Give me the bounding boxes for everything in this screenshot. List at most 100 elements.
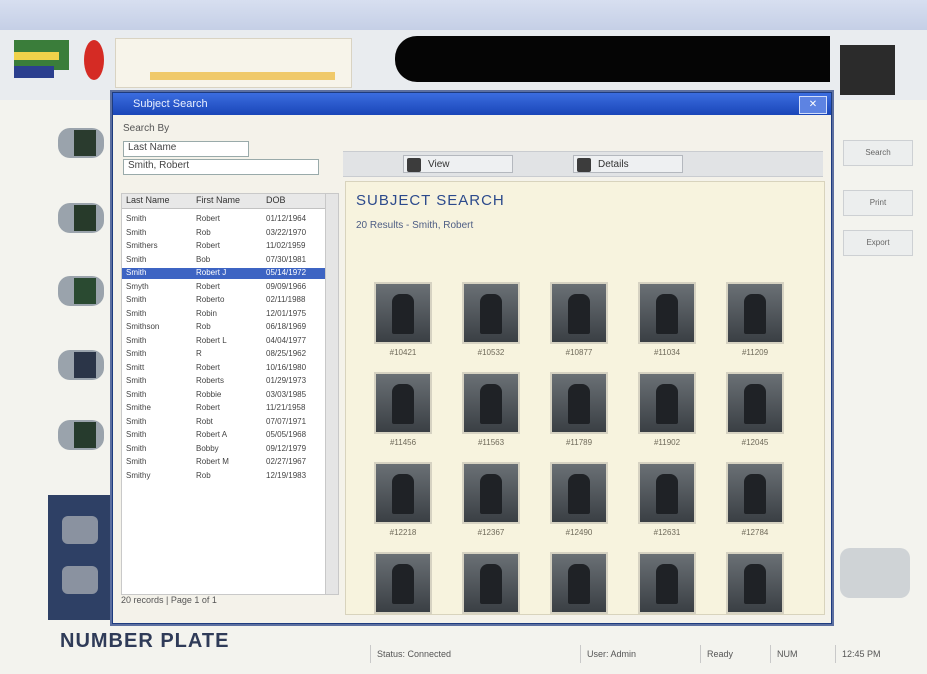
search-input[interactable]: Smith, Robert [123,159,319,175]
print-button[interactable]: Print [843,190,913,216]
table-cell: Smith [126,268,147,277]
thumbnail-label: #12218 [389,528,417,537]
photo-thumbnail[interactable] [638,372,696,434]
column-header[interactable]: Last Name [126,195,170,205]
view-button[interactable]: View [403,155,513,173]
person-photo-icon [392,474,414,514]
column-header[interactable]: First Name [196,195,240,205]
view-label: View [428,159,450,170]
table-row[interactable]: Smith Bobby 09/12/1979 [122,444,332,455]
status-cell: 12:45 PM [835,645,915,663]
export-button[interactable]: Export [843,230,913,256]
thumbnail-label: #11902 [653,438,681,447]
photo-thumbnail[interactable] [550,372,608,434]
photo-thumbnail[interactable] [462,372,520,434]
search-by-select[interactable]: Last Name [123,141,249,157]
table-row[interactable]: Smith R 08/25/1962 [122,349,332,360]
view-icon [407,158,421,172]
table-row[interactable]: Smithe Robert 11/21/1958 [122,403,332,414]
camera-icon[interactable] [48,402,110,464]
close-icon[interactable]: ✕ [799,96,827,114]
table-cell: Smithy [126,470,151,480]
photo-thumbnail[interactable] [638,552,696,614]
photo-thumbnail[interactable] [726,462,784,524]
photo-gallery: SUBJECT SEARCH 20 Results - Smith, Rober… [345,181,825,615]
photo-thumbnail[interactable] [374,552,432,614]
gallery-subtitle: 20 Results - Smith, Robert [356,220,474,231]
details-label: Details [598,159,629,170]
photo-thumbnail[interactable] [550,552,608,614]
search-strip[interactable] [115,38,352,88]
photo-thumbnail[interactable] [726,282,784,344]
table-cell: Smith [126,430,147,439]
thumbnail-label: #11034 [653,348,681,357]
qr-code-icon [840,45,895,95]
status-cell: User: Admin [580,645,690,663]
table-cell: 10/16/1980 [266,362,307,372]
photo-thumbnail[interactable] [462,462,520,524]
search-button[interactable]: Search [843,140,913,166]
table-cell: Smith [126,308,147,318]
filter-label: Search By [123,123,170,134]
table-row[interactable]: Smithers Robert 11/02/1959 [122,241,332,252]
table-cell: Robin [196,308,217,318]
camera-icon[interactable] [48,258,110,320]
scanner-icon[interactable] [58,560,102,600]
thumbnail-label: #10877 [565,348,593,357]
table-cell: Robert [196,214,221,223]
photo-thumbnail[interactable] [374,462,432,524]
table-cell: 07/07/1971 [266,416,307,426]
status-cell: Ready [700,645,760,663]
table-row[interactable]: Smith Robin 12/01/1975 [122,309,332,320]
table-row[interactable]: Smith Robert L 04/04/1977 [122,336,332,347]
photo-thumbnail[interactable] [726,552,784,614]
person-photo-icon [392,564,414,604]
table-row[interactable]: Smith Robert A 05/05/1968 [122,430,332,441]
list-scrollbar[interactable] [325,193,339,595]
column-header[interactable]: DOB [266,195,286,205]
table-row[interactable]: Smith Roberto 02/11/1988 [122,295,332,306]
photo-thumbnail[interactable] [638,282,696,344]
photo-thumbnail[interactable] [550,462,608,524]
person-photo-icon [744,474,766,514]
photo-thumbnail[interactable] [462,552,520,614]
table-row[interactable]: Smith Bob 07/30/1981 [122,255,332,266]
table-row[interactable]: Smith Rob 03/22/1970 [122,228,332,239]
camera-icon[interactable] [48,110,110,172]
search-dialog: Subject Search ✕ Search By Last Name Smi… [112,92,832,624]
table-cell: Smyth [126,281,149,291]
table-row[interactable]: Smith Roberts 01/29/1973 [122,376,332,387]
photo-thumbnail[interactable] [374,372,432,434]
table-cell: Bobby [196,443,219,453]
person-photo-icon [568,384,590,424]
progress-bar [150,72,335,80]
table-row[interactable]: Smith Robbie 03/03/1985 [122,390,332,401]
table-row[interactable]: Smitt Robert 10/16/1980 [122,363,332,374]
photo-thumbnail[interactable] [638,462,696,524]
table-row[interactable]: Smith Robert M 02/27/1967 [122,457,332,468]
thumbnail-label: #11789 [565,438,593,447]
table-row[interactable]: Smyth Robert 09/09/1966 [122,282,332,293]
table-cell: Smithe [126,403,151,412]
photo-thumbnail[interactable] [374,282,432,344]
camera-icon[interactable] [48,185,110,247]
table-row[interactable]: Smith Robert 01/12/1964 [122,214,332,225]
table-row[interactable]: Smithson Rob 06/18/1969 [122,322,332,333]
photo-thumbnail[interactable] [462,282,520,344]
photo-thumbnail[interactable] [550,282,608,344]
number-plate-label: NUMBER PLATE [60,630,230,652]
list-header: Last Name First Name DOB [122,194,332,209]
table-cell: 01/12/1964 [266,214,307,223]
table-row[interactable]: Smithy Rob 12/19/1983 [122,471,332,482]
table-cell: Smithers [126,241,158,250]
table-row[interactable]: Smith Robert J 05/14/1972 [122,268,332,279]
details-button[interactable]: Details [573,155,683,173]
table-cell: R [196,349,202,358]
camera-icon[interactable] [48,332,110,394]
scanner-icon[interactable] [58,510,102,550]
results-list[interactable]: Last Name First Name DOB Smith Robert 01/1… [121,193,333,595]
table-row[interactable]: Smith Robt 07/07/1971 [122,417,332,428]
dialog-title: Subject Search [113,93,831,115]
photo-thumbnail[interactable] [726,372,784,434]
person-photo-icon [744,564,766,604]
